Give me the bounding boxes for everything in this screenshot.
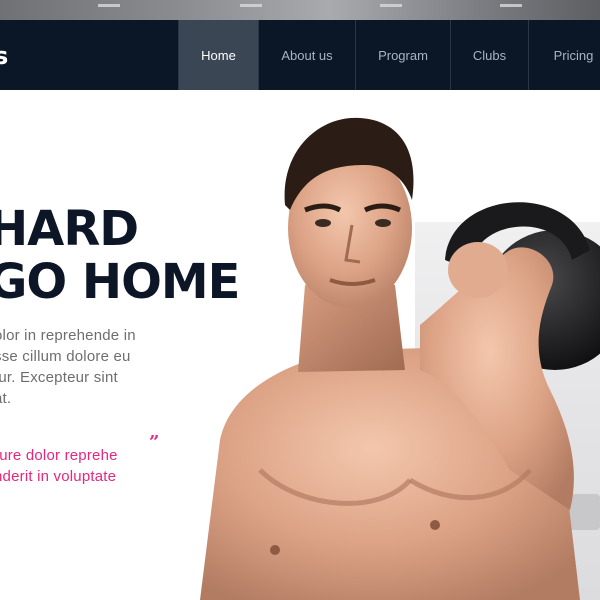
nav-item-label: Home xyxy=(201,47,236,63)
ceiling-light xyxy=(500,4,522,7)
nav-item-about-us[interactable]: About us xyxy=(258,20,355,90)
athlete-hand xyxy=(448,242,508,298)
nav-item-home[interactable]: Home xyxy=(178,20,258,90)
hero-paragraph-line: olor in reprehende in xyxy=(0,327,136,344)
nav-item-label: Program xyxy=(378,47,428,63)
ceiling-light xyxy=(240,4,262,7)
site-logo[interactable]: s xyxy=(0,42,8,70)
ceiling-light xyxy=(380,4,402,7)
hero-paragraph-line: tur. Excepteur sint xyxy=(0,369,118,386)
athlete-eye xyxy=(315,219,331,227)
nav-item-label: Clubs xyxy=(472,47,507,63)
ceiling-light xyxy=(98,4,120,7)
main-navbar: s Home About us Program Clubs Pricing xyxy=(0,20,600,90)
athlete-eye xyxy=(375,219,391,227)
quote-mark-icon: ” xyxy=(149,432,160,453)
athlete-image xyxy=(200,117,600,600)
hero-title-line: HARD xyxy=(0,201,139,257)
header-banner-image xyxy=(0,0,600,20)
page: s Home About us Program Clubs Pricing HA… xyxy=(0,0,600,600)
athlete-nipple xyxy=(430,520,440,530)
nav-item-label: About us xyxy=(281,47,333,63)
athlete-nipple xyxy=(270,545,280,555)
hero-quote-line: nderit in voluptate xyxy=(0,468,117,485)
hero-paragraph-line: sse cillum dolore eu xyxy=(0,348,131,365)
hero-quote-line: rure dolor reprehe xyxy=(0,447,118,464)
hero-paragraph-line: at. xyxy=(0,390,12,407)
nav-item-pricing[interactable]: Pricing xyxy=(528,20,600,90)
nav-item-label: Pricing xyxy=(553,47,594,63)
nav-item-program[interactable]: Program xyxy=(355,20,450,90)
hero-title-line: GO HOME xyxy=(0,254,240,310)
nav-item-clubs[interactable]: Clubs xyxy=(450,20,528,90)
